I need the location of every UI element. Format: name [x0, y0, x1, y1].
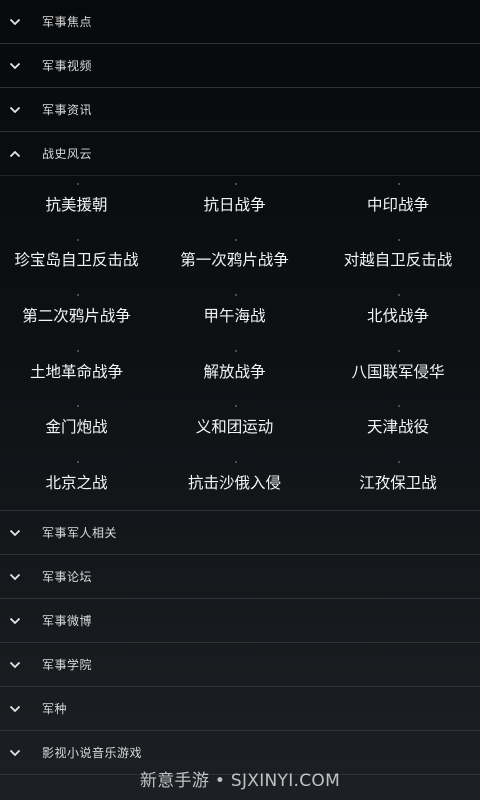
section-military-video[interactable]: 军事视频 [0, 44, 480, 88]
section-service-branches[interactable]: 军种 [0, 687, 480, 731]
chevron-down-icon [8, 59, 22, 73]
grid-item[interactable]: 解放战争 [153, 343, 316, 399]
grid-item[interactable]: 八国联军侵华 [316, 343, 480, 399]
category-menu: 军事焦点 军事视频 军事资讯 战史风云 抗美援朝 抗日战争 中印战争 珍宝岛自卫… [0, 0, 480, 775]
section-military-weibo[interactable]: 军事微博 [0, 599, 480, 643]
section-label: 军事军人相关 [42, 526, 118, 540]
grid-item[interactable]: 甲午海战 [153, 287, 316, 343]
section-label: 军事焦点 [42, 15, 93, 29]
grid-item[interactable]: 抗美援朝 [0, 176, 153, 232]
grid-item[interactable]: 天津战役 [316, 398, 480, 454]
chevron-up-icon [8, 147, 22, 161]
chevron-down-icon [8, 658, 22, 672]
section-military-news[interactable]: 军事资讯 [0, 88, 480, 132]
section-label: 军事论坛 [42, 570, 93, 584]
chevron-down-icon [8, 614, 22, 628]
section-label: 影视小说音乐游戏 [42, 746, 143, 760]
chevron-down-icon [8, 15, 22, 29]
section-label: 战史风云 [42, 147, 93, 161]
chevron-down-icon [8, 103, 22, 117]
section-label: 军事资讯 [42, 103, 93, 117]
section-military-academy[interactable]: 军事学院 [0, 643, 480, 687]
grid-item[interactable]: 中印战争 [316, 176, 480, 232]
grid-item[interactable]: 金门炮战 [0, 398, 153, 454]
chevron-down-icon [8, 746, 22, 760]
chevron-down-icon [8, 570, 22, 584]
grid-item[interactable]: 珍宝岛自卫反击战 [0, 232, 153, 288]
chevron-down-icon [8, 526, 22, 540]
section-label: 军事微博 [42, 614, 93, 628]
grid-item[interactable]: 第二次鸦片战争 [0, 287, 153, 343]
section-label: 军种 [42, 702, 68, 716]
grid-item[interactable]: 北京之战 [0, 454, 153, 510]
grid-item[interactable]: 抗日战争 [153, 176, 316, 232]
section-military-forum[interactable]: 军事论坛 [0, 555, 480, 599]
section-label: 军事学院 [42, 658, 93, 672]
section-war-history[interactable]: 战史风云 [0, 132, 480, 176]
grid-item[interactable]: 土地革命战争 [0, 343, 153, 399]
grid-item[interactable]: 江孜保卫战 [316, 454, 480, 510]
section-military-personnel[interactable]: 军事军人相关 [0, 511, 480, 555]
chevron-down-icon [8, 702, 22, 716]
war-history-grid: 抗美援朝 抗日战争 中印战争 珍宝岛自卫反击战 第一次鸦片战争 对越自卫反击战 … [0, 176, 480, 511]
section-military-focus[interactable]: 军事焦点 [0, 0, 480, 44]
grid-item[interactable]: 第一次鸦片战争 [153, 232, 316, 288]
section-media-entertainment[interactable]: 影视小说音乐游戏 [0, 731, 480, 775]
grid-item[interactable]: 抗击沙俄入侵 [153, 454, 316, 510]
grid-item[interactable]: 对越自卫反击战 [316, 232, 480, 288]
grid-item[interactable]: 北伐战争 [316, 287, 480, 343]
grid-item[interactable]: 义和团运动 [153, 398, 316, 454]
section-label: 军事视频 [42, 59, 93, 73]
